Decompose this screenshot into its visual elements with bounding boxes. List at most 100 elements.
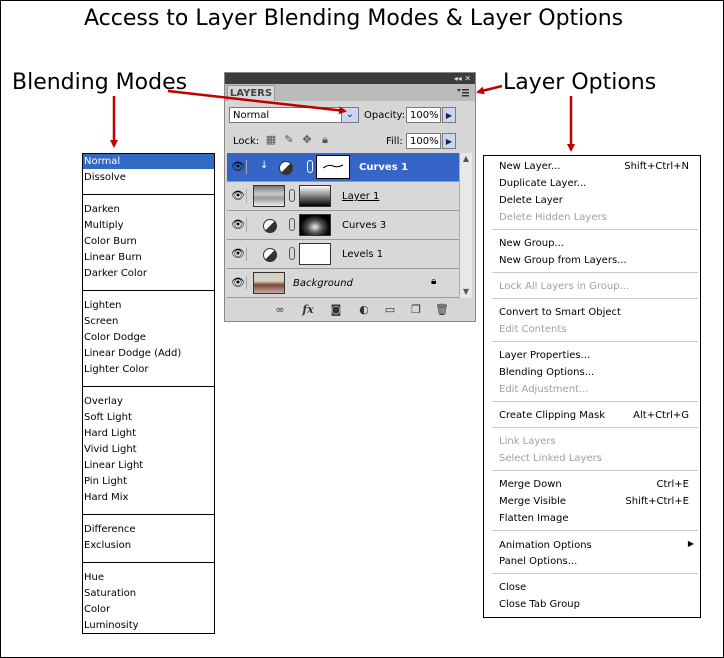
blend-item-linear-burn[interactable]: Linear Burn [83,250,214,265]
scroll-up-icon[interactable]: ▲ [460,153,472,165]
menu-item-new-layer[interactable]: New Layer... Shift+Ctrl+N [499,159,689,174]
page-title: Access to Layer Blending Modes & Layer O… [84,6,624,31]
menu-item-close[interactable]: Close [499,580,689,595]
visibility-eye-icon[interactable]: 👁︎ [230,247,247,261]
blend-item-exclusion[interactable]: Exclusion [83,538,214,553]
blend-item-screen[interactable]: Screen [83,314,214,329]
layer-thumbnail[interactable] [253,185,285,207]
trash-icon[interactable]: 🗑︎ [435,303,449,316]
blend-item-soft-light[interactable]: Soft Light [83,410,214,425]
collapse-icon[interactable]: ◂◂ ✕ [454,73,471,84]
blend-item-pin-light[interactable]: Pin Light [83,474,214,489]
blend-item-dissolve[interactable]: Dissolve [83,170,214,185]
menu-item-panel-options[interactable]: Panel Options... [499,554,689,569]
blend-item-color-dodge[interactable]: Color Dodge [83,330,214,345]
layer-row-curves-1[interactable]: 👁︎ ↓ Curves 1 [227,153,459,182]
link-chain-icon[interactable] [289,247,295,260]
blend-item-lighten[interactable]: Lighten [83,298,214,313]
menu-item-convert-smart-object[interactable]: Convert to Smart Object [499,305,689,320]
link-chain-icon[interactable] [307,160,313,173]
fill-input[interactable]: 100% [406,133,441,149]
layer-name: Curves 3 [342,220,387,231]
link-chain-icon[interactable] [289,218,295,231]
blend-item-vivid-light[interactable]: Vivid Light [83,442,214,457]
visibility-eye-icon[interactable]: 👁︎ [230,276,247,290]
blend-item-hard-light[interactable]: Hard Light [83,426,214,441]
blend-item-hue[interactable]: Hue [83,570,214,585]
menu-item-lock-all-layers[interactable]: Lock All Layers in Group... [499,279,689,294]
blend-item-overlay[interactable]: Overlay [83,394,214,409]
menu-item-edit-adjustment[interactable]: Edit Adjustment... [499,382,689,397]
blend-item-difference[interactable]: Difference [83,522,214,537]
menu-item-close-tab-group[interactable]: Close Tab Group [499,597,689,612]
tab-layers[interactable]: LAYERS [227,85,275,101]
blend-item-color[interactable]: Color [83,602,214,617]
opacity-input[interactable]: 100% [406,107,441,123]
blend-mode-select[interactable]: Normal ⌄ [229,107,359,123]
menu-item-duplicate-layer[interactable]: Duplicate Layer... [499,176,689,191]
visibility-eye-icon[interactable]: 👁︎ [230,218,247,232]
adjustment-layer-icon [279,161,293,175]
layer-mask-thumbnail[interactable] [316,155,350,179]
layer-thumbnail[interactable] [253,272,285,294]
link-icon[interactable]: ∞ [273,303,287,316]
menu-item-link-layers[interactable]: Link Layers [499,434,689,449]
blend-item-multiply[interactable]: Multiply [83,218,214,233]
layer-options-menu: New Layer... Shift+Ctrl+N Duplicate Layer… [483,155,701,618]
blend-mode-list: Normal Dissolve Darken Multiply Color Bu… [82,153,215,634]
lock-brush-icon[interactable]: ✎ [283,134,295,146]
close-icon: ✕ [464,74,471,83]
lock-all-icon[interactable]: 🔒︎ [319,134,331,146]
menu-item-flatten-image[interactable]: Flatten Image [499,511,689,526]
blend-item-darker-color[interactable]: Darker Color [83,266,214,281]
blend-item-hard-mix[interactable]: Hard Mix [83,490,214,505]
callout-layer-options: Layer Options [503,70,657,95]
layer-mask-thumbnail[interactable] [299,185,331,207]
blend-item-linear-light[interactable]: Linear Light [83,458,214,473]
lock-position-icon[interactable]: ✥ [301,134,313,146]
menu-item-animation-options[interactable]: Animation Options [499,538,689,553]
menu-item-delete-layer[interactable]: Delete Layer [499,193,689,208]
menu-item-select-linked-layers[interactable]: Select Linked Layers [499,451,689,466]
layer-mask-thumbnail[interactable] [299,243,331,265]
adjustment-icon[interactable]: ◐ [357,303,371,316]
menu-item-layer-properties[interactable]: Layer Properties... [499,348,689,363]
submenu-arrow-icon: ▶ [687,539,694,548]
visibility-eye-icon[interactable]: 👁︎ [230,189,247,203]
panel-title-bar[interactable]: ◂◂ ✕ [225,73,475,84]
lock-transparency-icon[interactable]: ▦ [265,134,277,146]
menu-item-new-group[interactable]: New Group... [499,236,689,251]
blend-item-lighter-color[interactable]: Lighter Color [83,362,214,377]
menu-item-create-clipping-mask[interactable]: Create Clipping Mask Alt+Ctrl+G [499,408,689,423]
new-layer-icon[interactable]: ❐ [409,303,423,316]
menu-item-new-group-from-layers[interactable]: New Group from Layers... [499,253,689,268]
blend-item-color-burn[interactable]: Color Burn [83,234,214,249]
blend-item-darken[interactable]: Darken [83,202,214,217]
layer-row-background[interactable]: 👁︎ Background 🔒︎ [227,269,459,298]
link-chain-icon[interactable] [289,189,295,202]
blend-item-linear-dodge[interactable]: Linear Dodge (Add) [83,346,214,361]
layer-row-curves-3[interactable]: 👁︎ Curves 3 [227,211,459,240]
visibility-eye-icon[interactable]: 👁︎ [230,160,247,174]
menu-item-merge-visible[interactable]: Merge Visible Shift+Ctrl+E [499,494,689,509]
blend-item-normal[interactable]: Normal [83,154,214,169]
layers-panel: ◂◂ ✕ LAYERS Normal ⌄ Opacity: 100% ▶ Loc… [224,72,476,322]
layer-mask-thumbnail[interactable] [299,214,331,236]
menu-item-delete-hidden-layers[interactable]: Delete Hidden Layers [499,210,689,225]
panel-menu-icon[interactable] [457,89,469,97]
chevron-down-icon[interactable]: ⌄ [341,108,358,122]
scroll-down-icon[interactable]: ▼ [460,286,472,298]
folder-icon[interactable]: ▭ [383,303,397,316]
opacity-slider-arrow-icon[interactable]: ▶ [442,107,456,123]
blend-item-saturation[interactable]: Saturation [83,586,214,601]
fx-icon[interactable]: fx [301,303,315,316]
layer-list-scrollbar[interactable]: ▲ ▼ [459,153,472,298]
menu-item-blending-options[interactable]: Blending Options... [499,365,689,380]
menu-item-edit-contents[interactable]: Edit Contents [499,322,689,337]
blend-item-luminosity[interactable]: Luminosity [83,618,214,633]
layer-row-levels-1[interactable]: 👁︎ Levels 1 [227,240,459,269]
layer-row-layer-1[interactable]: 👁︎ Layer 1 [227,182,459,211]
mask-icon[interactable]: ◙ [329,303,343,316]
fill-slider-arrow-icon[interactable]: ▶ [442,133,456,149]
menu-item-merge-down[interactable]: Merge Down Ctrl+E [499,477,689,492]
